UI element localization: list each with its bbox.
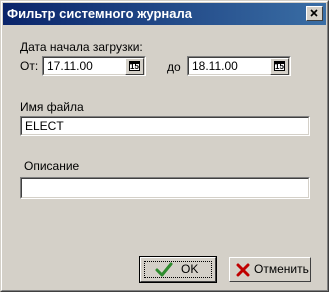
cross-icon	[236, 263, 250, 277]
cancel-label: Отменить	[254, 262, 309, 276]
ok-button[interactable]: OK	[139, 256, 217, 283]
file-name-label: Имя файла	[20, 100, 84, 114]
file-name-value: ELECT	[25, 119, 64, 133]
window-title: Фильтр системного журнала	[7, 6, 192, 21]
date-group-label: Дата начала загрузки:	[20, 40, 143, 54]
calendar-icon: 15	[274, 61, 285, 71]
checkmark-icon	[155, 262, 173, 277]
from-calendar-button[interactable]: 15	[125, 58, 144, 75]
calendar-icon: 15	[129, 61, 140, 71]
from-label: От:	[20, 59, 39, 73]
to-label: до	[167, 60, 181, 74]
cancel-button[interactable]: Отменить	[229, 257, 311, 282]
to-date-field[interactable]: 18.11.00 15	[187, 56, 291, 76]
description-input[interactable]	[20, 177, 310, 199]
ok-label: OK	[181, 262, 199, 276]
file-name-input[interactable]: ELECT	[20, 116, 310, 136]
to-calendar-button[interactable]: 15	[270, 58, 289, 75]
from-date-field[interactable]: 17.11.00 15	[42, 56, 146, 76]
to-date-value: 18.11.00	[192, 59, 238, 73]
description-label: Описание	[24, 159, 80, 173]
close-icon	[310, 9, 318, 17]
dialog-window: Фильтр системного журнала Дата начала за…	[0, 0, 329, 292]
close-button[interactable]	[306, 6, 323, 21]
from-date-value: 17.11.00	[47, 59, 93, 73]
title-bar[interactable]: Фильтр системного журнала	[3, 3, 326, 25]
